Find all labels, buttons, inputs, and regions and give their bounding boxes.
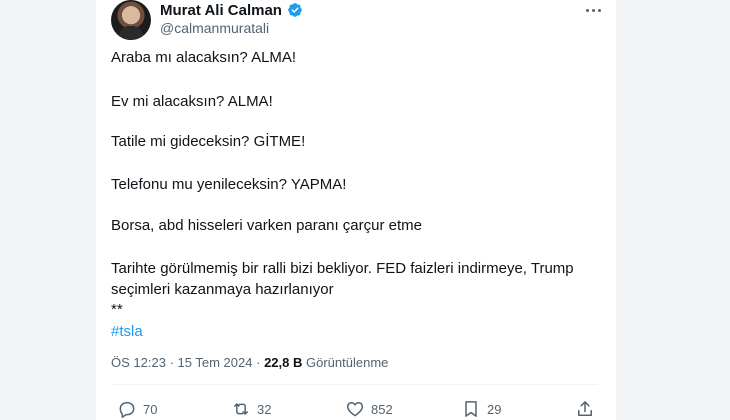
author-name[interactable]: Murat Ali Calman xyxy=(160,2,282,19)
author-name-row: Murat Ali Calman xyxy=(160,0,303,20)
avatar[interactable] xyxy=(111,0,151,40)
tweet-text-line: seçimleri kazanmaya hazırlanıyor xyxy=(111,281,334,298)
tweet-text-line: Tatile mi gideceksin? GİTME! xyxy=(111,133,306,150)
like-count: 852 xyxy=(371,401,393,417)
tweet-text-line: Araba mı alacaksın? ALMA! xyxy=(111,49,297,66)
verified-badge-icon xyxy=(288,3,302,17)
tweet-meta: ÖS 12:23 · 15 Tem 2024 · 22,8 B Görüntül… xyxy=(111,355,388,370)
repost-button[interactable]: 32 xyxy=(231,399,271,419)
more-options-icon[interactable] xyxy=(582,2,604,18)
tweet-text-line: Telefonu mu yenileceksin? YAPMA! xyxy=(111,176,347,193)
reply-count: 70 xyxy=(143,401,158,417)
bookmark-icon xyxy=(465,401,477,417)
repost-count: 32 xyxy=(257,401,272,417)
reply-icon xyxy=(119,402,135,418)
meta-separator: · xyxy=(256,355,261,370)
meta-separator: · xyxy=(169,355,174,370)
share-icon xyxy=(578,401,592,416)
reply-button[interactable]: 70 xyxy=(117,399,157,419)
bookmark-count: 29 xyxy=(487,401,502,417)
tweet-text-line: Ev mi alacaksın? ALMA! xyxy=(111,93,273,110)
tweet-text-line: ** xyxy=(111,301,123,318)
tweet-text-line: Borsa, abd hisseleri varken paranı çarçu… xyxy=(111,217,422,234)
divider xyxy=(111,384,598,385)
tweet-date[interactable]: 15 Tem 2024 xyxy=(178,355,253,370)
hashtag-link[interactable]: #tsla xyxy=(111,322,143,342)
views-label: Görüntülenme xyxy=(306,355,389,370)
repost-icon xyxy=(234,403,248,415)
heart-icon xyxy=(346,402,364,417)
share-button[interactable] xyxy=(575,399,595,419)
bookmark-button[interactable]: 29 xyxy=(461,399,501,419)
author-handle[interactable]: @calmanmuratali xyxy=(160,20,269,36)
view-count: 22,8 B xyxy=(264,355,303,370)
tweet-text-line: Tarihte görülmemiş bir ralli bizi bekliy… xyxy=(111,260,574,277)
tweet-time[interactable]: ÖS 12:23 xyxy=(111,355,166,370)
like-button[interactable]: 852 xyxy=(345,399,393,419)
